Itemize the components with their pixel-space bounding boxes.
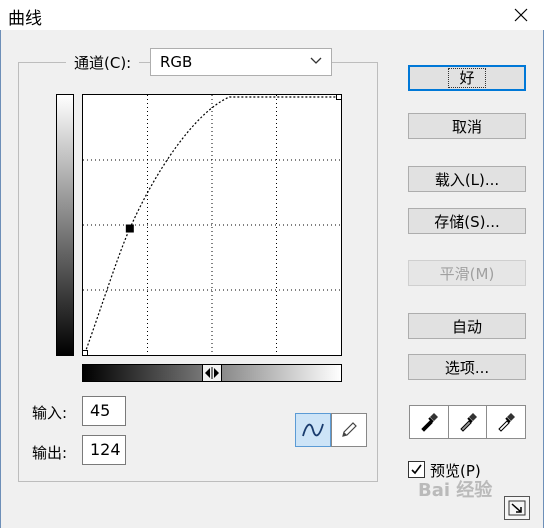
load-button-label: 载入(L)... (434, 170, 500, 189)
load-button[interactable]: 载入(L)... (408, 166, 526, 192)
gradient-toggle-icon (205, 367, 219, 379)
input-field[interactable]: 45 (82, 396, 126, 426)
options-button-label: 选项... (444, 358, 490, 377)
auto-button[interactable]: 自动 (408, 313, 526, 339)
curve-control-point[interactable] (336, 95, 342, 100)
white-point-dropper[interactable] (487, 406, 525, 438)
expand-button[interactable] (504, 496, 530, 520)
cancel-button-label: 取消 (451, 117, 482, 136)
ok-button[interactable]: 好 (408, 65, 526, 91)
curve-control-point[interactable] (125, 224, 134, 233)
gray-point-dropper[interactable] (449, 406, 488, 438)
curve-control-point[interactable] (83, 350, 88, 356)
channel-label: 通道(C): (66, 52, 140, 73)
pencil-tool-icon (342, 422, 357, 437)
auto-button-label: 自动 (451, 317, 482, 336)
input-label: 输入: (32, 404, 68, 422)
curve-tool-group (295, 413, 367, 447)
window-border-left (0, 30, 1, 528)
black-eyedropper-icon (421, 413, 438, 432)
curve-graph[interactable] (82, 94, 342, 356)
output-value: 124 (90, 440, 121, 459)
gray-eyedropper-icon (459, 413, 477, 432)
options-button[interactable]: 选项... (408, 354, 526, 380)
title-bar: 曲线 (0, 0, 544, 30)
smooth-button[interactable]: 平滑(M) (408, 260, 526, 286)
close-button[interactable] (498, 0, 544, 30)
cancel-button[interactable]: 取消 (408, 113, 526, 139)
black-point-dropper[interactable] (410, 406, 449, 438)
output-field[interactable]: 124 (82, 435, 126, 465)
channel-select-value: RGB (160, 53, 193, 71)
ok-button-label: 好 (448, 68, 486, 88)
curve-canvas[interactable] (83, 95, 341, 355)
gradient-toggle-slider[interactable] (202, 364, 222, 382)
curve-tool-icon (302, 423, 324, 437)
chevron-down-icon (310, 57, 322, 64)
white-eyedropper-icon (498, 413, 516, 432)
output-label: 输出: (32, 444, 68, 462)
checkmark-icon (411, 464, 422, 475)
channel-select[interactable]: RGB (150, 48, 332, 76)
watermark: Bai 经验 (418, 480, 493, 501)
pencil-tool-button[interactable] (331, 413, 367, 447)
window-title: 曲线 (8, 9, 42, 29)
output-gradient-bar (56, 94, 74, 356)
save-button-label: 存储(S)... (434, 212, 500, 231)
expand-icon (508, 500, 526, 516)
eyedropper-group (409, 405, 526, 439)
save-button[interactable]: 存储(S)... (408, 208, 526, 234)
input-value: 45 (90, 401, 111, 420)
curve-tool-button[interactable] (295, 413, 331, 447)
smooth-button-label: 平滑(M) (439, 264, 495, 283)
close-icon (514, 8, 528, 22)
